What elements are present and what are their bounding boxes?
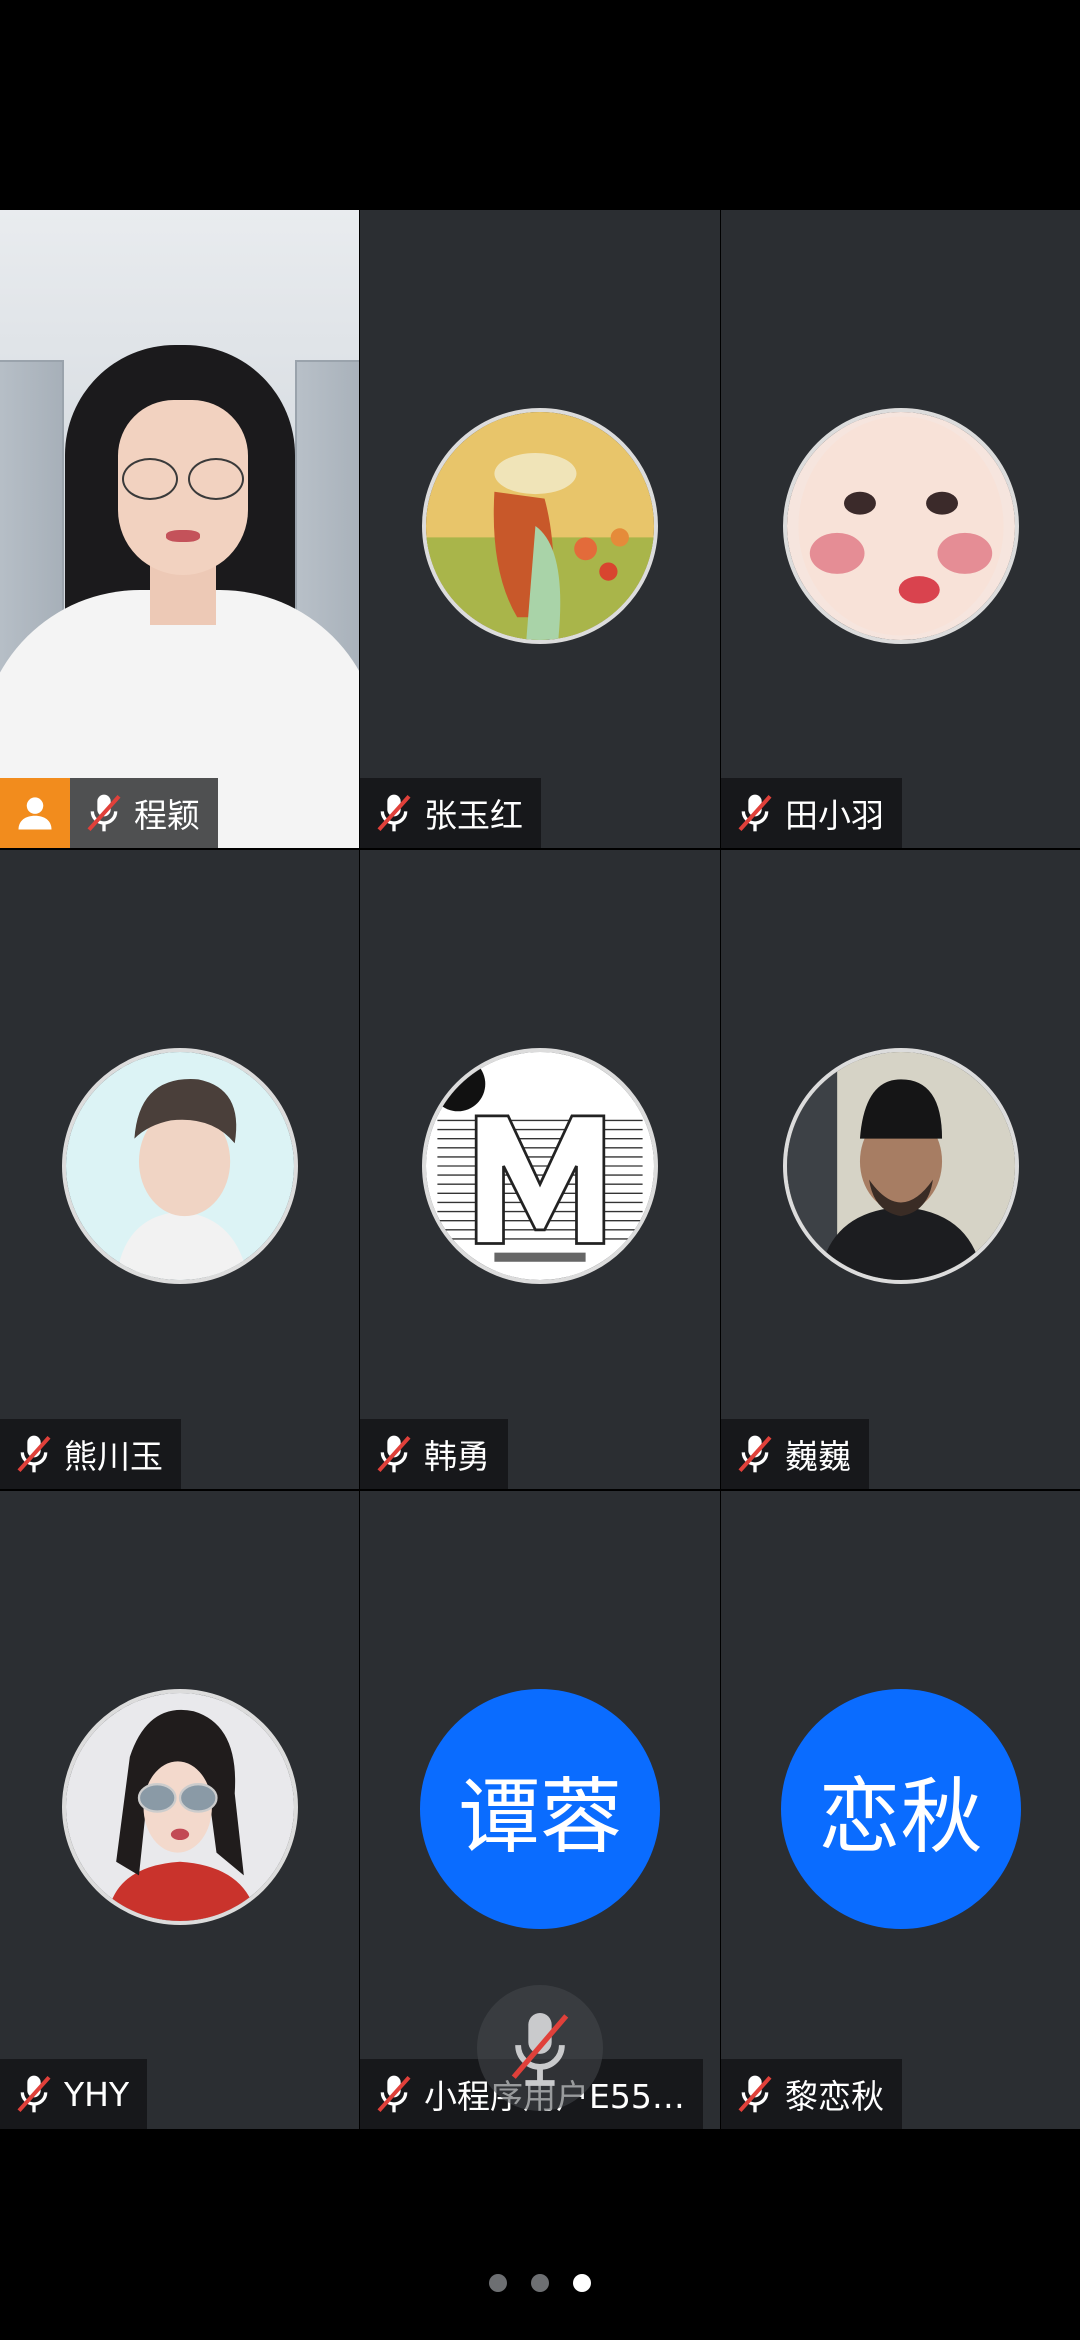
participant-name: 程颖 [134,796,200,835]
mic-muted-icon [8,2059,60,2129]
participant-text-avatar: 谭蓉 [420,1689,660,1929]
participant-tile[interactable]: 田小羽 [721,210,1080,848]
participant-name-label: YHY [0,2059,148,2129]
mic-muted-icon [729,2059,781,2129]
participant-name-label: 田小羽 [721,778,902,848]
participant-tile[interactable]: YHY [0,1491,359,2129]
camera-video-feed [0,210,359,848]
mic-muted-icon [8,1419,60,1489]
participant-name: 韩勇 [424,1437,490,1476]
participant-avatar [61,1689,298,1925]
participant-name: 张玉红 [424,796,523,835]
participant-tile[interactable]: 熊川玉 [0,850,359,1489]
floating-mic-button[interactable] [477,1985,603,2111]
mic-muted-icon [368,1419,420,1489]
participant-tile[interactable]: 恋秋 黎恋秋 [721,1491,1080,2129]
page-dot[interactable] [531,2274,549,2292]
participant-tile[interactable]: 张玉红 [360,210,720,848]
participant-name: 黎恋秋 [785,2077,884,2116]
participant-grid: 程颖 张玉红 田小羽 熊川玉 韩勇 巍巍 YHY 谭蓉 恋秋 黎恋秋 [0,210,1080,2130]
participant-name: 熊川玉 [64,1437,163,1476]
participant-name-label: 巍巍 [721,1419,869,1489]
participant-name-label: 张玉红 [360,778,541,848]
participant-avatar [782,1048,1019,1284]
participant-tile[interactable]: 韩勇 [360,850,720,1489]
participant-avatar [422,408,658,644]
mic-muted-icon [368,778,420,848]
participant-name: 巍巍 [785,1437,851,1476]
participant-name: YHY [64,2074,130,2114]
participant-name-label: 韩勇 [360,1419,508,1489]
mic-muted-icon [729,778,781,848]
page-dot-active[interactable] [573,2274,591,2292]
participant-name-label: 程颖 [0,778,218,848]
participant-avatar [782,408,1019,644]
page-indicator[interactable] [0,2274,1080,2292]
participant-tile[interactable]: 程颖 [0,210,359,848]
mic-muted-icon [511,2013,569,2086]
participant-name-label: 黎恋秋 [721,2059,902,2129]
mic-muted-icon [78,778,130,848]
page-dot[interactable] [489,2274,507,2292]
meeting-gallery-screen: 程颖 张玉红 田小羽 熊川玉 韩勇 巍巍 YHY 谭蓉 恋秋 黎恋秋 [0,0,1080,2340]
mic-muted-icon [729,1419,781,1489]
participant-text-avatar: 恋秋 [780,1689,1021,1929]
participant-name: 田小羽 [785,796,884,835]
participant-avatar [61,1048,298,1284]
participant-name-label: 熊川玉 [0,1419,181,1489]
participant-avatar [422,1048,658,1284]
host-person-icon [0,778,70,848]
participant-tile[interactable]: 巍巍 [721,850,1080,1489]
mic-muted-icon [368,2059,420,2129]
